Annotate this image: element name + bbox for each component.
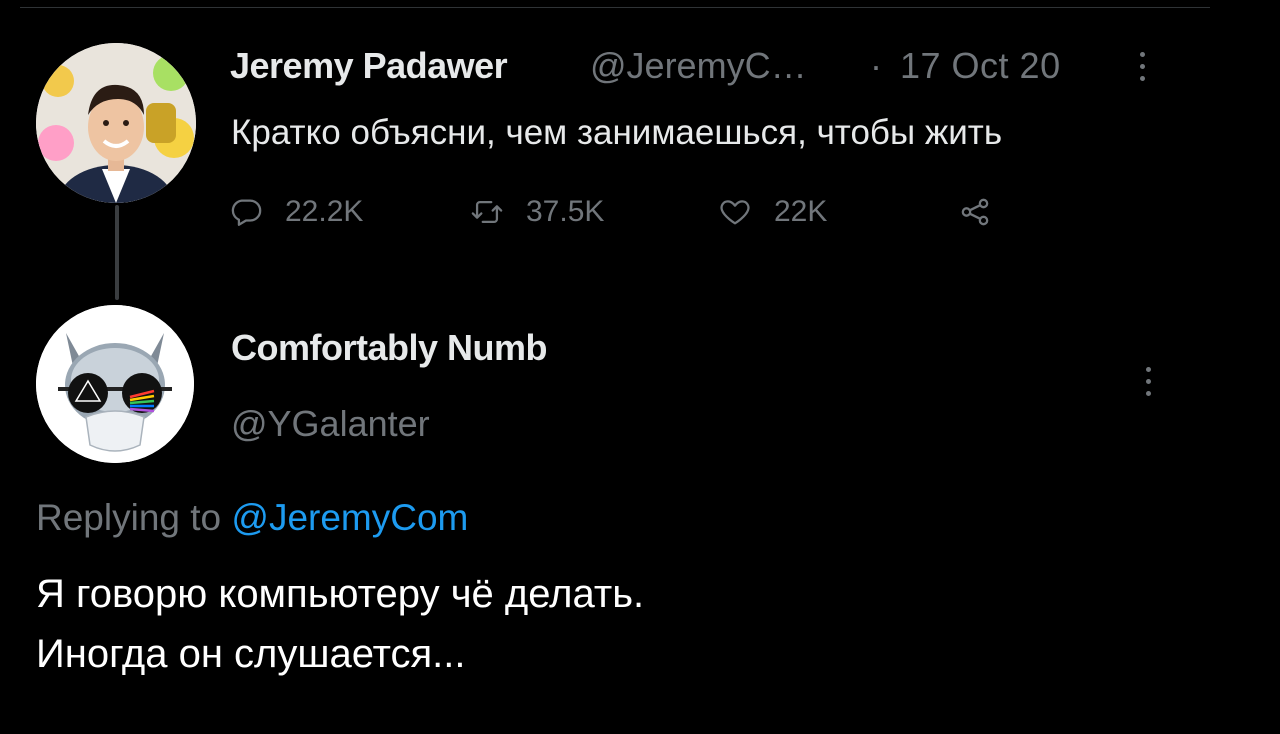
retweet-button[interactable]: 37.5K [470,192,604,232]
share-icon [961,198,989,226]
replying-to-prefix: Replying to [36,497,222,538]
replying-to-line: Replying to @JeremyCom [36,497,468,539]
parent-date[interactable]: 17 Oct 20 [900,45,1061,87]
cat-avatar-icon [36,305,194,463]
reply-bubble-icon [231,199,262,226]
replying-to-mention-link[interactable]: @JeremyCom [231,497,468,538]
like-button[interactable]: 22K [718,192,827,232]
reply-author-name[interactable]: Comfortably Numb [231,327,548,369]
share-button[interactable] [958,192,1014,232]
parent-separator: · [870,45,882,86]
reply-more-options-icon[interactable] [1143,367,1153,396]
parent-tweet-text: Кратко объясни, чем занимаешься, чтобы ж… [231,113,1003,152]
parent-more-options-icon[interactable] [1137,52,1147,81]
heart-icon [720,200,750,225]
reply-tweet-text-line-1: Я говорю компьютеру чё делать. [36,572,645,616]
parent-author-handle[interactable]: @JeremyC… [590,45,807,87]
retweet-icon [471,200,503,224]
like-count: 22K [774,195,828,228]
retweet-count: 37.5K [526,195,605,228]
avatar-photo-icon [36,43,196,203]
reply-button[interactable]: 22.2K [229,192,363,232]
reply-tweet-text-line-2: Иногда он слушается... [36,632,466,676]
top-divider [20,7,1210,8]
parent-author-name[interactable]: Jeremy Padawer [230,45,508,87]
thread-connector [115,205,119,300]
avatar-jeremy[interactable] [36,43,196,203]
avatar-comfortably-numb[interactable] [36,305,194,463]
reply-author-handle[interactable]: @YGalanter [231,403,430,445]
reply-count: 22.2K [285,195,364,228]
